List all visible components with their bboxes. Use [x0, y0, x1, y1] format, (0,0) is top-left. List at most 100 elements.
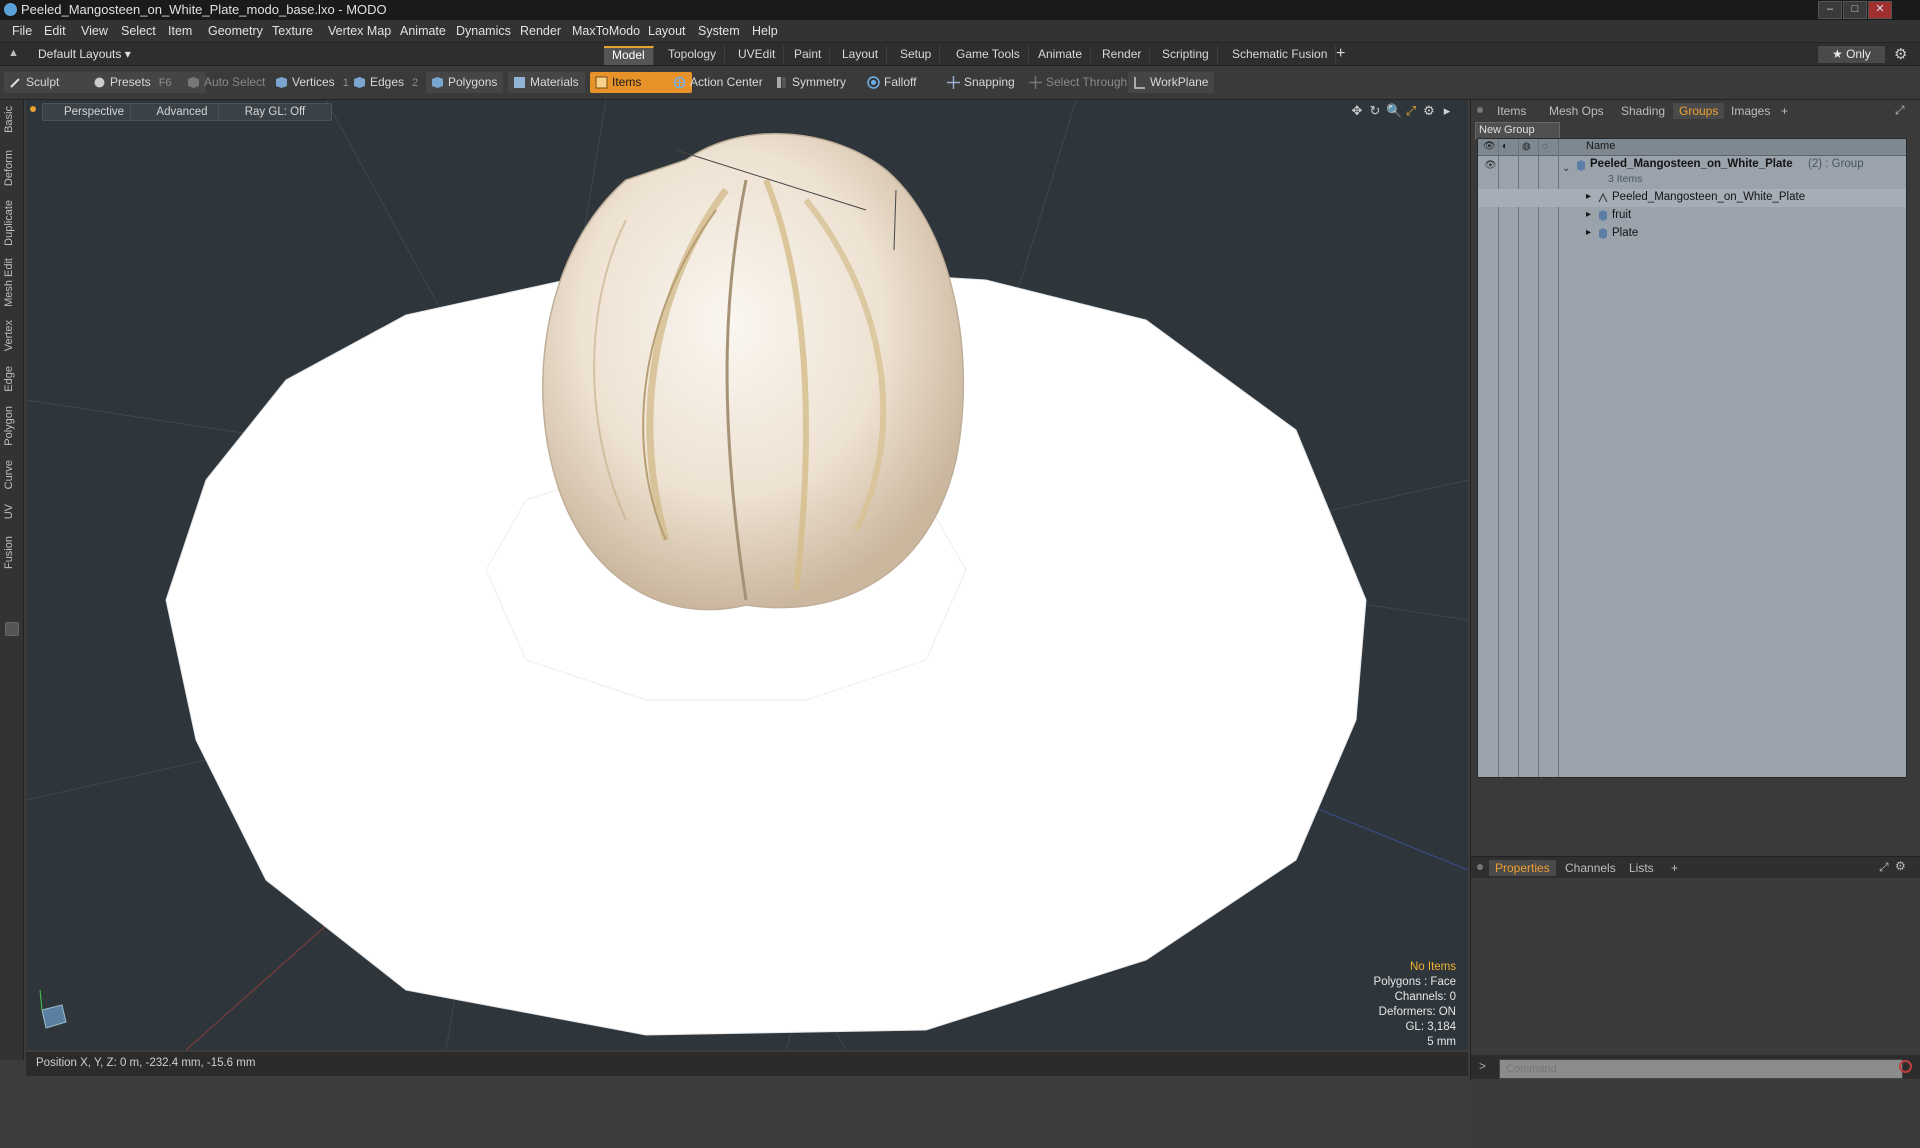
zoom-icon[interactable]: 🔍 — [1386, 104, 1402, 118]
command-history-icon[interactable] — [1899, 1060, 1912, 1073]
tab-edge[interactable]: Edge — [3, 366, 21, 392]
menu-edit[interactable]: Edit — [44, 24, 66, 38]
tab-paint[interactable]: Paint — [786, 46, 831, 63]
outliner-item-row[interactable]: ▸ Peeled_Mangosteen_on_White_Plate — [1478, 189, 1906, 207]
add-tab-button[interactable]: + — [1336, 45, 1345, 63]
menu-file[interactable]: File — [12, 24, 32, 38]
select-icon[interactable]: ◌ — [1542, 141, 1548, 152]
action-center-button[interactable]: Action Center — [668, 72, 769, 93]
outliner-item-row[interactable]: ▸ Plate — [1478, 225, 1906, 243]
menu-item[interactable]: Item — [168, 24, 192, 38]
auto-select-button[interactable]: Auto Select — [182, 72, 271, 93]
rotate-icon[interactable]: ↻ — [1368, 104, 1382, 118]
tab-layout[interactable]: Layout — [834, 46, 888, 63]
minimize-button[interactable]: – — [1818, 1, 1842, 19]
tab-topology[interactable]: Topology — [660, 46, 726, 63]
tab-render[interactable]: Render — [1094, 46, 1151, 63]
collapse-arrow-icon[interactable]: ⌄ — [1562, 163, 1570, 174]
render-icon[interactable]: ◐ — [1502, 141, 1508, 152]
add-panel-tab-button[interactable]: + — [1775, 103, 1794, 119]
menu-animate[interactable]: Animate — [400, 24, 446, 38]
pan-icon[interactable]: ✥ — [1350, 104, 1364, 118]
tab-uvedit[interactable]: UVEdit — [730, 46, 785, 63]
eye-icon[interactable]: 👁 — [1483, 141, 1496, 152]
toolbox-toggle-icon[interactable] — [5, 622, 19, 636]
properties-gear-icon[interactable]: ⚙ — [1895, 859, 1906, 873]
gear-icon[interactable]: ⚙ — [1894, 45, 1907, 63]
tab-channels[interactable]: Channels — [1559, 860, 1622, 876]
symmetry-button[interactable]: Symmetry — [770, 72, 852, 93]
menu-select[interactable]: Select — [121, 24, 156, 38]
menu-dynamics[interactable]: Dynamics — [456, 24, 511, 38]
tab-setup[interactable]: Setup — [892, 46, 941, 63]
tab-properties[interactable]: Properties — [1489, 860, 1556, 876]
menu-render[interactable]: Render — [520, 24, 561, 38]
row-expand-icon[interactable]: ▸ — [1586, 227, 1591, 238]
tab-game-tools[interactable]: Game Tools — [948, 46, 1029, 63]
tab-animate[interactable]: Animate — [1030, 46, 1092, 63]
menu-layout[interactable]: Layout — [648, 24, 686, 38]
outliner-item-row[interactable]: ▸ fruit — [1478, 207, 1906, 225]
tab-groups[interactable]: Groups — [1673, 103, 1725, 119]
tab-lists[interactable]: Lists — [1623, 860, 1660, 876]
properties-menu-icon[interactable] — [1477, 864, 1483, 870]
menu-geometry[interactable]: Geometry — [208, 24, 263, 38]
select-through-button[interactable]: Select Through — [1024, 72, 1133, 93]
tab-mesh-edit[interactable]: Mesh Edit — [3, 258, 21, 307]
close-button[interactable]: ✕ — [1868, 1, 1892, 19]
tab-items[interactable]: Items — [1491, 103, 1532, 119]
falloff-button[interactable]: Falloff — [862, 72, 922, 93]
menu-vertex-map[interactable]: Vertex Map — [328, 24, 391, 38]
tab-uv[interactable]: UV — [3, 504, 21, 519]
name-column-header[interactable]: Name — [1586, 140, 1615, 152]
raygl-toggle[interactable]: Ray GL: Off — [218, 103, 332, 121]
workplane-button[interactable]: WorkPlane — [1128, 72, 1215, 93]
tab-mesh-ops[interactable]: Mesh Ops — [1543, 103, 1610, 119]
menu-maxtomodo[interactable]: MaxToModo — [572, 24, 640, 38]
tab-model[interactable]: Model — [604, 46, 654, 65]
command-input[interactable] — [1499, 1059, 1903, 1079]
tab-images[interactable]: Images — [1725, 103, 1776, 119]
vertices-button[interactable]: Vertices 1 — [270, 72, 355, 93]
menu-view[interactable]: View — [81, 24, 108, 38]
lock-icon[interactable]: ◍ — [1522, 141, 1531, 152]
group-visibility-icon[interactable]: 👁 — [1484, 160, 1497, 171]
fit-view-icon[interactable]: ⤢ — [1404, 104, 1418, 118]
row-expand-icon[interactable]: ▸ — [1586, 191, 1591, 202]
3d-viewport[interactable]: Perspective Advanced Ray GL: Off ✥ ↻ 🔍 ⤢… — [26, 100, 1468, 1050]
panel-menu-icon[interactable] — [1477, 107, 1483, 113]
tab-duplicate[interactable]: Duplicate — [3, 200, 21, 246]
new-group-button[interactable]: New Group — [1475, 122, 1560, 139]
group-row[interactable]: 👁 ⌄ Peeled_Mangosteen_on_White_Plate (2)… — [1478, 157, 1906, 187]
edges-button[interactable]: Edges 2 — [348, 72, 424, 93]
tab-fusion[interactable]: Fusion — [3, 536, 21, 569]
properties-expand-icon[interactable]: ⤢ — [1879, 860, 1889, 875]
only-button[interactable]: ★ Only — [1818, 46, 1885, 63]
panel-expand-icon[interactable]: ⤢ — [1895, 103, 1905, 118]
menu-texture[interactable]: Texture — [272, 24, 313, 38]
peeled-mangosteen-fruit[interactable] — [542, 132, 965, 611]
tab-scripting[interactable]: Scripting — [1154, 46, 1218, 63]
groups-outliner[interactable]: Name 👁 ◐ ◍ ◌ 👁 ⌄ Peeled_Mangosteen_on_Wh… — [1477, 138, 1907, 778]
viewport-menu-icon[interactable] — [30, 106, 36, 112]
tab-polygon[interactable]: Polygon — [3, 406, 21, 446]
viewport-expand-icon[interactable]: ▸ — [1440, 104, 1454, 118]
snapping-button[interactable]: Snapping — [942, 72, 1021, 93]
tab-curve[interactable]: Curve — [3, 460, 21, 489]
layout-expand-icon[interactable]: ▲ — [8, 47, 19, 59]
polygons-button[interactable]: Polygons — [426, 72, 504, 93]
tab-deform[interactable]: Deform — [3, 150, 21, 186]
viewport-settings-icon[interactable]: ⚙ — [1422, 104, 1436, 118]
add-properties-tab-button[interactable]: + — [1665, 860, 1684, 876]
layout-selector[interactable]: Default Layouts ▾ — [38, 47, 131, 61]
tab-schematic-fusion[interactable]: Schematic Fusion — [1224, 46, 1337, 63]
menu-help[interactable]: Help — [752, 24, 778, 38]
maximize-button[interactable]: □ — [1843, 1, 1867, 19]
tab-vertex[interactable]: Vertex — [3, 320, 21, 351]
tab-basic[interactable]: Basic — [3, 106, 21, 133]
tab-shading[interactable]: Shading — [1615, 103, 1671, 119]
menu-system[interactable]: System — [698, 24, 740, 38]
row-expand-icon[interactable]: ▸ — [1586, 209, 1591, 220]
selection-info: No Items — [1409, 961, 1456, 973]
materials-button[interactable]: Materials — [508, 72, 585, 93]
